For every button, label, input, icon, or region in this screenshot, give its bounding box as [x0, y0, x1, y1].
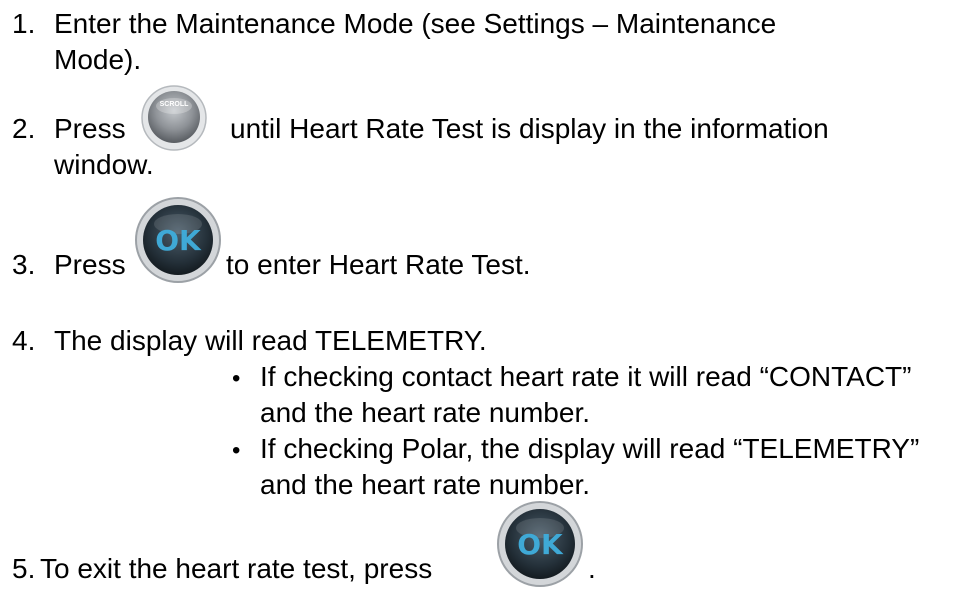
bullet-dot: •: [232, 365, 241, 392]
step-text-before: Press: [54, 249, 126, 280]
step-number: 2.: [12, 113, 36, 144]
scroll-button-label: SCROLL: [160, 101, 190, 108]
step-text-after: .: [588, 553, 596, 584]
bullet-text-continued: and the heart rate number.: [260, 469, 590, 500]
step-number: 4.: [12, 325, 36, 356]
ok-button-icon: OK: [497, 501, 583, 587]
bullet-text: If checking contact heart rate it will r…: [260, 361, 912, 392]
step-text: Enter the Maintenance Mode (see Settings…: [54, 8, 777, 39]
step-number: 3.: [12, 249, 36, 280]
step-text-after: until Heart Rate Test is display in the …: [230, 113, 829, 144]
ok-button-icon: OK: [135, 197, 221, 283]
step-number: 5.: [12, 553, 36, 584]
step-text-before: To exit the heart rate test, press: [40, 553, 433, 584]
bullet-text: If checking Polar, the display will read…: [260, 433, 920, 464]
step-text-continued: Mode).: [54, 44, 142, 75]
scroll-button-icon: SCROLL: [141, 85, 207, 151]
step-text-continued: window.: [54, 149, 154, 180]
instruction-document: 1. Enter the Maintenance Mode (see Setti…: [0, 0, 977, 600]
step-text-after: to enter Heart Rate Test.: [226, 249, 531, 280]
bullet-dot: •: [232, 437, 241, 464]
step-number: 1.: [12, 8, 36, 39]
step-text: The display will read TELEMETRY.: [54, 325, 487, 356]
bullet-text-continued: and the heart rate number.: [260, 397, 590, 428]
ok-button-label: OK: [155, 224, 202, 257]
step-text-before: Press: [54, 113, 126, 144]
ok-button-label: OK: [517, 528, 564, 561]
